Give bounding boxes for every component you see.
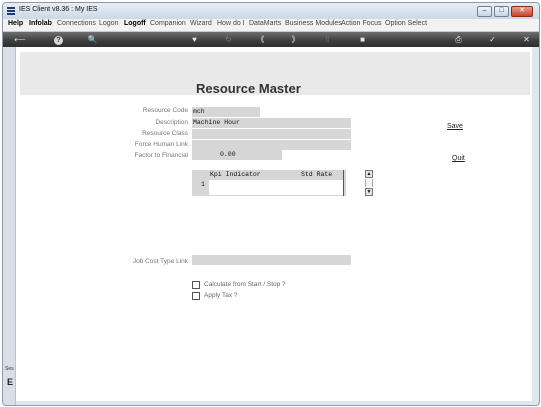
resource-class-label: Resource Class bbox=[142, 130, 188, 137]
session-label: Ses bbox=[5, 366, 14, 372]
previous-icon[interactable]: 《 bbox=[255, 34, 266, 45]
scroll-up-icon[interactable]: ▲ bbox=[365, 170, 373, 178]
header-band: Resource Master bbox=[20, 52, 530, 96]
ok-icon[interactable]: ✓ bbox=[487, 34, 498, 45]
back-icon[interactable]: ⟵ bbox=[11, 34, 29, 45]
stop-icon[interactable]: ■ bbox=[357, 34, 368, 45]
factor-to-financial-field[interactable]: 0.00 bbox=[192, 150, 282, 160]
menu-infolab[interactable]: Infolab bbox=[29, 20, 52, 27]
help-glyph: ? bbox=[54, 36, 63, 45]
help-icon[interactable]: ? bbox=[53, 34, 64, 45]
page-title: Resource Master bbox=[196, 81, 301, 96]
grid-scrollbar[interactable]: ▲ ▼ bbox=[365, 170, 373, 196]
menu-option-select[interactable]: Option Select bbox=[385, 20, 427, 27]
menu-wizard[interactable]: Wizard bbox=[190, 20, 212, 27]
grid-header-kpi[interactable]: Kpi Indicator bbox=[210, 171, 261, 178]
force-human-link-label: Force Human Link bbox=[134, 141, 188, 148]
menu-action-focus[interactable]: Action Focus bbox=[341, 20, 381, 27]
apply-tax-checkbox[interactable] bbox=[192, 291, 200, 300]
app-menu-icon[interactable] bbox=[7, 7, 15, 15]
menu-business-modules[interactable]: Business Modules bbox=[285, 20, 342, 27]
description-field[interactable]: Machine Hour bbox=[192, 118, 351, 128]
apply-tax-label: Apply Tax ? bbox=[204, 292, 238, 300]
grid-header-std-rate[interactable]: Std Rate bbox=[301, 171, 332, 178]
main-content: Resource Master Resource Code mch Descri… bbox=[16, 47, 532, 401]
resource-code-label: Resource Code bbox=[142, 107, 188, 114]
session-strip: Ses E bbox=[3, 47, 16, 405]
toolbar: ⟵ ? 🔍 ♥ ↻ 《 》 ⇧ ■ ⎙ ✓ ✕ bbox=[3, 32, 539, 47]
quit-link[interactable]: Quit bbox=[452, 155, 465, 162]
app-window: IES Client v8.36 : My IES – □ ✕ Help Inf… bbox=[2, 2, 540, 406]
apply-tax-row[interactable]: Apply Tax ? bbox=[192, 287, 237, 305]
menu-companion[interactable]: Companion bbox=[150, 20, 186, 27]
heart-icon[interactable]: ♥ bbox=[189, 34, 200, 45]
job-cost-type-link-label: Job Cost Type Link bbox=[132, 258, 188, 265]
resource-class-field[interactable] bbox=[192, 129, 351, 139]
exit-icon[interactable]: ✕ bbox=[521, 34, 532, 45]
grid-divider bbox=[343, 170, 344, 196]
kpi-grid: Kpi Indicator Std Rate 1 bbox=[192, 170, 346, 196]
maximize-button[interactable]: □ bbox=[494, 6, 509, 17]
search-icon[interactable]: 🔍 bbox=[87, 34, 98, 45]
next-icon[interactable]: 》 bbox=[290, 34, 301, 45]
job-cost-type-link-field[interactable] bbox=[192, 255, 351, 265]
scroll-track[interactable] bbox=[365, 179, 373, 187]
session-icon[interactable]: E bbox=[7, 377, 13, 387]
print-icon[interactable]: ⎙ bbox=[453, 34, 464, 45]
window-title: IES Client v8.36 : My IES bbox=[19, 6, 98, 13]
save-link[interactable]: Save bbox=[447, 123, 463, 130]
menu-datamarts[interactable]: DataMarts bbox=[249, 20, 281, 27]
grid-row-number: 1 bbox=[201, 181, 205, 188]
mark-icon[interactable]: ⇧ bbox=[322, 34, 333, 45]
menu-how-do-i[interactable]: How do I bbox=[217, 20, 245, 27]
menu-logon[interactable]: Logon bbox=[99, 20, 118, 27]
menu-bar: Help Infolab Connections Logon Logoff Co… bbox=[3, 19, 539, 32]
description-label: Description bbox=[155, 119, 188, 126]
minimize-button[interactable]: – bbox=[477, 6, 492, 17]
factor-to-financial-label: Factor to Financial bbox=[134, 152, 188, 159]
title-bar: IES Client v8.36 : My IES – □ ✕ bbox=[3, 3, 539, 19]
grid-row-cell[interactable] bbox=[209, 180, 344, 195]
scroll-down-icon[interactable]: ▼ bbox=[365, 188, 373, 196]
menu-logoff[interactable]: Logoff bbox=[124, 20, 146, 27]
menu-connections[interactable]: Connections bbox=[57, 20, 96, 27]
close-button[interactable]: ✕ bbox=[511, 6, 533, 17]
resource-code-field[interactable]: mch bbox=[192, 107, 260, 117]
force-human-link-field[interactable] bbox=[192, 140, 351, 150]
menu-help[interactable]: Help bbox=[8, 20, 23, 27]
refresh-icon[interactable]: ↻ bbox=[223, 34, 234, 45]
